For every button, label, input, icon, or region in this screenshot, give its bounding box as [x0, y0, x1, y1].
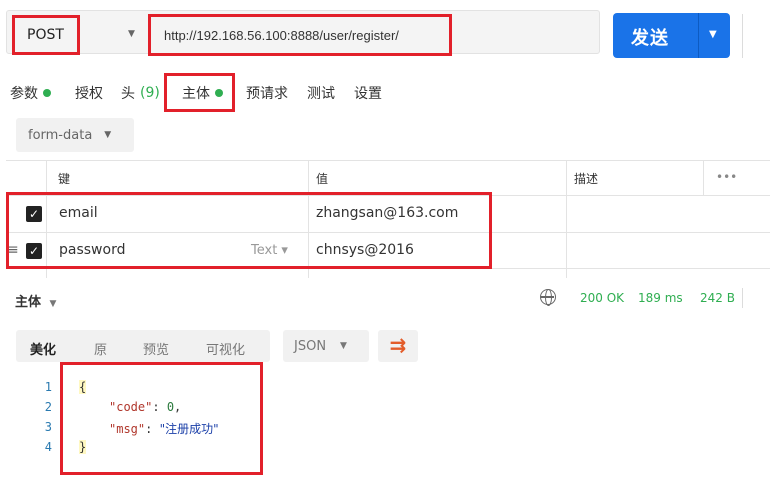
- response-time[interactable]: 189 ms: [638, 291, 683, 305]
- column-header-description: 描述: [574, 172, 599, 186]
- line-number: 1: [44, 380, 52, 394]
- method-select[interactable]: POST: [12, 15, 80, 55]
- response-chevron-down-icon: ▼: [49, 299, 57, 309]
- tab-params-label: 参数: [10, 86, 38, 102]
- body-mode-select[interactable]: form-data ▼: [16, 118, 134, 152]
- send-label: 发送: [631, 28, 669, 49]
- body-tab-highlight: [164, 73, 235, 112]
- response-body-label: 主体: [15, 295, 42, 310]
- url-input[interactable]: http://192.168.56.100:8888/user/register…: [148, 14, 452, 56]
- column-divider: [566, 160, 567, 278]
- column-divider: [703, 160, 704, 196]
- column-header-key: 键: [58, 172, 71, 186]
- tab-settings-label: 设置: [354, 86, 382, 102]
- headers-count: (9): [140, 85, 160, 101]
- tab-settings[interactable]: 设置: [354, 83, 382, 103]
- tab-headers-label: 头: [121, 86, 135, 102]
- params-status-dot: [43, 89, 51, 97]
- tab-auth-label: 授权: [75, 86, 103, 102]
- toolbar-divider: [742, 14, 743, 58]
- view-tab-preview[interactable]: 预览: [143, 339, 169, 358]
- response-body-dropdown[interactable]: 主体 ▼: [15, 291, 56, 310]
- line-number: 2: [44, 400, 52, 414]
- line-number: 4: [44, 440, 52, 454]
- view-tab-pretty[interactable]: 美化: [30, 339, 56, 358]
- send-button[interactable]: 发送 ▼: [613, 13, 730, 58]
- format-chevron-down-icon: ▼: [340, 341, 347, 351]
- response-size[interactable]: 242 B: [700, 291, 735, 305]
- globe-icon[interactable]: [540, 289, 556, 306]
- method-label: POST: [27, 27, 64, 43]
- more-options-icon[interactable]: •••: [716, 170, 737, 184]
- send-divider: [698, 13, 699, 58]
- body-mode-chevron-down-icon: ▼: [104, 130, 112, 140]
- tab-headers[interactable]: 头 (9): [121, 83, 160, 103]
- tab-tests-label: 测试: [307, 86, 335, 102]
- send-options-chevron-down-icon[interactable]: ▼: [709, 29, 717, 40]
- response-highlight: [60, 362, 263, 475]
- table-top-border: [6, 160, 770, 161]
- tab-auth[interactable]: 授权: [75, 83, 103, 103]
- status-divider: [742, 288, 743, 308]
- tab-tests[interactable]: 测试: [307, 83, 335, 103]
- tab-pre-request-label: 预请求: [246, 86, 288, 102]
- view-tab-visualize[interactable]: 可视化: [206, 339, 245, 358]
- method-chevron-down-icon[interactable]: ▼: [128, 29, 135, 39]
- view-tab-raw[interactable]: 原: [94, 339, 107, 358]
- response-status[interactable]: 200 OK: [580, 291, 624, 305]
- column-header-value: 值: [316, 172, 329, 186]
- tab-params[interactable]: 参数: [10, 83, 51, 103]
- url-text: http://192.168.56.100:8888/user/register…: [164, 27, 399, 43]
- format-select[interactable]: JSON ▼: [283, 330, 369, 362]
- body-mode-label: form-data: [28, 127, 93, 143]
- wrap-lines-icon[interactable]: ⇉: [378, 330, 418, 362]
- params-highlight: [6, 192, 492, 269]
- line-number: 3: [44, 420, 52, 434]
- tab-pre-request[interactable]: 预请求: [246, 83, 288, 103]
- format-label: JSON: [294, 338, 327, 354]
